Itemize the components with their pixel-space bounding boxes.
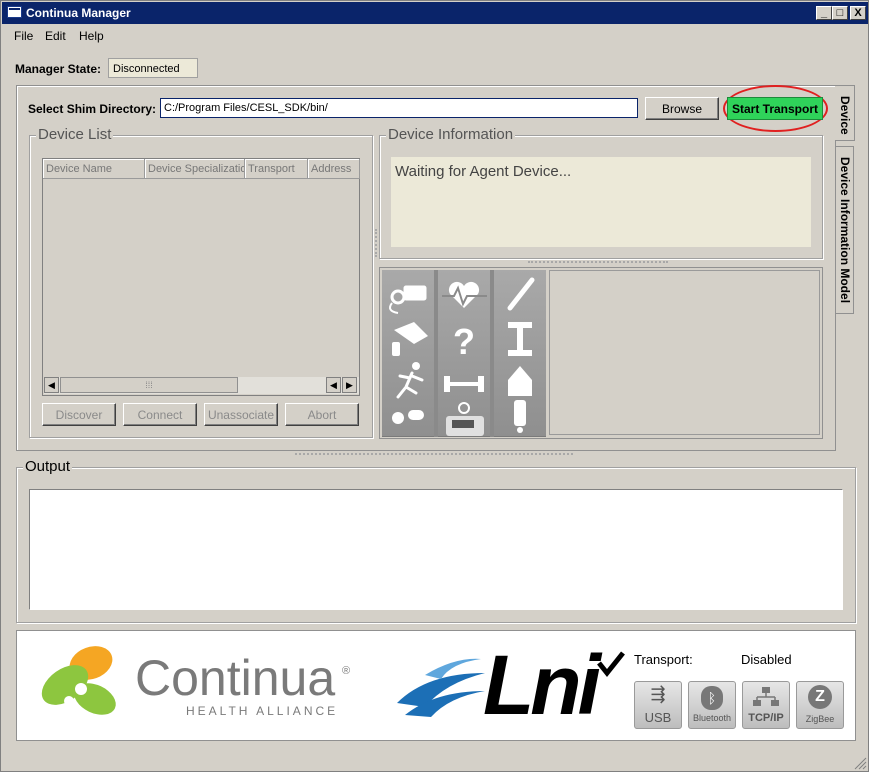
thermometer-icon[interactable] bbox=[507, 277, 535, 311]
output-textarea[interactable] bbox=[29, 489, 843, 610]
strength-fitness-icon[interactable] bbox=[444, 376, 484, 392]
shim-directory-label: Select Shim Directory: bbox=[28, 102, 157, 116]
medication-icon[interactable] bbox=[392, 410, 424, 424]
device-list-title: Device List bbox=[36, 126, 114, 143]
device-information-message: Waiting for Agent Device... bbox=[391, 157, 811, 247]
discover-button[interactable]: Discover bbox=[42, 403, 116, 426]
device-information-title: Device Information bbox=[386, 126, 516, 143]
manager-state-label: Manager State: bbox=[15, 62, 102, 76]
transport-label: Transport: bbox=[634, 652, 693, 667]
fitness-icon[interactable] bbox=[396, 362, 424, 399]
heart-rate-icon[interactable] bbox=[442, 281, 487, 308]
menu-file[interactable]: File bbox=[14, 29, 33, 43]
horizontal-scrollbar[interactable]: ◀ ⁞⁞⁞ ◀ ▶ bbox=[44, 377, 359, 394]
output-title: Output bbox=[23, 458, 73, 475]
unassociate-button[interactable]: Unassociate bbox=[204, 403, 278, 426]
specialization-icon-grid: ? bbox=[382, 270, 546, 437]
usb-button[interactable]: ⇶ USB bbox=[634, 681, 682, 729]
usb-icon: ⇶ bbox=[650, 684, 666, 704]
browse-button[interactable]: Browse bbox=[645, 97, 719, 120]
menu-bar: File Edit Help bbox=[2, 25, 868, 45]
transport-status: Disabled bbox=[741, 652, 792, 667]
minimize-button[interactable]: _ bbox=[816, 6, 832, 20]
activity-hub-icon[interactable] bbox=[514, 400, 526, 433]
column-device-name[interactable]: Device Name bbox=[43, 159, 145, 179]
bluetooth-icon: ᛒ bbox=[701, 686, 723, 710]
column-device-specialization[interactable]: Device Specializatio bbox=[145, 159, 245, 179]
glucose-meter-icon[interactable] bbox=[392, 322, 428, 356]
abort-button[interactable]: Abort bbox=[285, 403, 359, 426]
footer-panel: Continua ® HEALTH ALLIANCE Lni Transport… bbox=[16, 630, 856, 741]
lni-check-icon bbox=[597, 651, 625, 678]
specialization-icons: ? bbox=[389, 277, 535, 436]
continua-logo-mark bbox=[41, 646, 116, 715]
scroll-thumb[interactable]: ⁞⁞⁞ bbox=[60, 377, 238, 393]
manager-state-field: Disconnected bbox=[108, 58, 198, 78]
lni-wave-logo bbox=[397, 658, 485, 717]
maximize-button[interactable]: □ bbox=[832, 6, 848, 20]
menu-help[interactable]: Help bbox=[79, 29, 104, 43]
app-icon bbox=[7, 6, 22, 18]
scroll-left-button[interactable]: ◀ bbox=[44, 377, 59, 393]
resize-grip[interactable] bbox=[853, 756, 867, 770]
shim-directory-input[interactable]: C:/Program Files/CESL_SDK/bin/ bbox=[160, 98, 638, 118]
continua-registered-mark: ® bbox=[342, 665, 351, 677]
menu-edit[interactable]: Edit bbox=[45, 29, 66, 43]
splitter-handle-right[interactable] bbox=[528, 261, 668, 264]
zigbee-icon: Z bbox=[808, 685, 832, 709]
continua-subtitle: HEALTH ALLIANCE bbox=[186, 704, 339, 718]
scroll-left-button-2[interactable]: ◀ bbox=[326, 377, 341, 393]
tab-device[interactable]: Device bbox=[835, 85, 855, 141]
unknown-device-icon[interactable]: ? bbox=[453, 321, 475, 362]
bluetooth-button[interactable]: ᛒ Bluetooth bbox=[688, 681, 736, 729]
column-address[interactable]: Address bbox=[308, 159, 360, 179]
main-window: Continua Manager _ □ X File Edit Help Ma… bbox=[0, 0, 869, 772]
title-bar: Continua Manager _ □ X bbox=[2, 2, 868, 24]
specialization-detail-panel bbox=[549, 270, 820, 435]
splitter-handle-output[interactable] bbox=[295, 453, 573, 456]
splitter-handle-vertical[interactable] bbox=[375, 229, 378, 257]
device-list-table[interactable]: Device Name Device Specializatio Transpo… bbox=[42, 158, 360, 396]
network-icon bbox=[753, 687, 779, 706]
weighing-scale-icon[interactable] bbox=[508, 322, 532, 356]
lni-logo-text: Lni bbox=[483, 638, 601, 732]
start-transport-button[interactable]: Start Transport bbox=[727, 97, 823, 120]
zigbee-button[interactable]: Z ZigBee bbox=[796, 681, 844, 729]
tcpip-button[interactable]: TCP/IP bbox=[742, 681, 790, 729]
insulin-pump-icon[interactable] bbox=[446, 402, 484, 436]
window-title: Continua Manager bbox=[26, 6, 131, 20]
blood-pressure-icon[interactable] bbox=[389, 285, 427, 314]
scroll-right-button[interactable]: ▶ bbox=[342, 377, 357, 393]
column-transport[interactable]: Transport bbox=[245, 159, 308, 179]
continua-logo-text: Continua bbox=[135, 650, 336, 706]
tab-device-information-model[interactable]: Device Information Model bbox=[836, 146, 854, 314]
independent-living-icon[interactable] bbox=[508, 366, 532, 396]
close-button[interactable]: X bbox=[850, 6, 866, 20]
connect-button[interactable]: Connect bbox=[123, 403, 197, 426]
